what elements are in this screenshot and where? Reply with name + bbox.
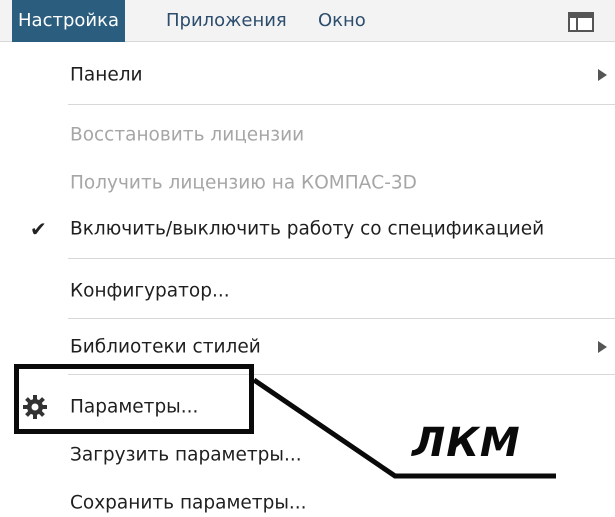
annotation-leader-line <box>252 377 556 479</box>
screenshot-root: Настройка Приложения Окно Панели Восстан… <box>0 0 615 517</box>
annotation-label: ЛКМ <box>412 420 521 466</box>
